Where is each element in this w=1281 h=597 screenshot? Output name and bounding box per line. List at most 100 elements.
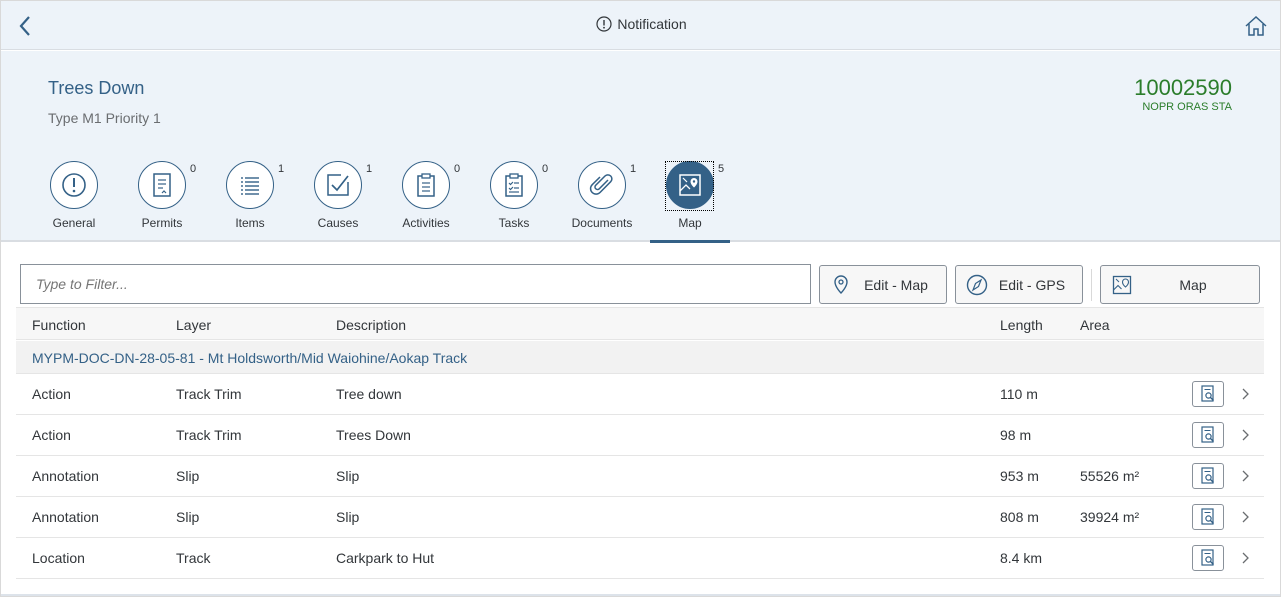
- tab-tasks-circle: [490, 161, 538, 209]
- column-header-area[interactable]: Area: [1080, 317, 1110, 333]
- column-header-layer[interactable]: Layer: [176, 317, 211, 333]
- cell-length: 8.4 km: [1000, 550, 1043, 566]
- exclamation-circle-icon: [62, 173, 86, 197]
- chevron-right-icon[interactable]: [1238, 427, 1252, 443]
- object-number: 10002590: [1134, 75, 1232, 100]
- column-header-description[interactable]: Description: [336, 317, 406, 333]
- cell-description: Slip: [336, 509, 360, 525]
- cell-description: Tree down: [336, 386, 402, 402]
- tab-label: Map: [678, 216, 702, 230]
- edit-gps-label: Edit - GPS: [998, 277, 1066, 293]
- document-search-icon: [1201, 549, 1214, 566]
- task-list-icon: [505, 173, 523, 197]
- tab-documents-circle: [578, 161, 626, 209]
- tab-count: 5: [718, 163, 725, 175]
- edit-map-label: Edit - Map: [864, 277, 928, 293]
- shell-title-text: Notification: [617, 16, 687, 32]
- table-row[interactable]: Action Track Trim Trees Down 98 m: [16, 415, 1264, 456]
- paperclip-icon: [589, 174, 613, 195]
- document-preview-button[interactable]: [1192, 422, 1224, 448]
- column-header-function[interactable]: Function: [32, 317, 86, 333]
- cell-function: Annotation: [32, 509, 99, 525]
- tab-activities-circle: [402, 161, 450, 209]
- cell-length: 98 m: [1000, 427, 1032, 443]
- object-subtitle: Type M1 Priority 1: [48, 110, 161, 126]
- tab-count: 0: [190, 163, 197, 175]
- tab-items[interactable]: 1 Items: [210, 161, 290, 241]
- list-icon: [241, 177, 259, 195]
- cell-function: Action: [32, 427, 71, 443]
- tab-label: Activities: [402, 216, 450, 230]
- document-preview-button[interactable]: [1192, 381, 1224, 407]
- exclamation-circle-icon: [596, 16, 612, 32]
- chevron-right-icon[interactable]: [1238, 386, 1252, 402]
- toolbar-separator: [1091, 269, 1092, 301]
- column-header-length[interactable]: Length: [1000, 317, 1043, 333]
- tab-count: 1: [366, 163, 373, 175]
- cell-layer: Slip: [176, 509, 200, 525]
- document-search-icon: [1201, 467, 1214, 484]
- tab-general-circle: [50, 161, 98, 209]
- group-header-row: MYPM-DOC-DN-28-05-81 - Mt Holdsworth/Mid…: [16, 341, 1264, 374]
- table-row[interactable]: Annotation Slip Slip 953 m 55526 m²: [16, 456, 1264, 497]
- document-search-icon: [1201, 385, 1214, 402]
- map-label: Map: [1179, 277, 1207, 293]
- tab-label: Permits: [141, 216, 183, 230]
- cell-function: Annotation: [32, 468, 99, 484]
- tab-label: General: [52, 216, 96, 230]
- tab-documents[interactable]: 1 Documents: [562, 161, 642, 241]
- tab-causes[interactable]: 1 Causes: [298, 161, 378, 241]
- tab-map[interactable]: 5 Map: [650, 161, 730, 241]
- home-button[interactable]: [1241, 11, 1271, 41]
- cell-length: 110 m: [1000, 386, 1038, 402]
- cell-layer: Track Trim: [176, 386, 242, 402]
- focus-outline: [665, 161, 714, 211]
- edit-map-button[interactable]: Edit - Map: [819, 265, 947, 304]
- tab-count: 0: [542, 163, 549, 175]
- table-row[interactable]: Annotation Slip Slip 808 m 39924 m²: [16, 497, 1264, 538]
- tab-label: Tasks: [498, 216, 530, 230]
- chevron-right-icon[interactable]: [1238, 509, 1252, 525]
- shell-title: Notification: [1, 16, 1280, 32]
- tab-items-circle: [226, 161, 274, 209]
- filter-input[interactable]: [20, 264, 811, 304]
- cell-function: Action: [32, 386, 71, 402]
- table-row[interactable]: Action Track Trim Tree down 110 m: [16, 374, 1264, 415]
- object-number-unit: NOPR ORAS STA: [1142, 101, 1232, 113]
- map-button[interactable]: Map: [1100, 265, 1260, 304]
- tab-count: 0: [454, 163, 461, 175]
- active-tab-indicator: [650, 240, 730, 243]
- group-header-label: MYPM-DOC-DN-28-05-81 - Mt Holdsworth/Mid…: [32, 350, 468, 366]
- cell-area: 39924 m²: [1080, 509, 1140, 525]
- cell-description: Slip: [336, 468, 360, 484]
- tab-permits-circle: [138, 161, 186, 209]
- cell-description: Carkpark to Hut: [336, 550, 435, 566]
- document-preview-button[interactable]: [1192, 504, 1224, 530]
- tab-label: Documents: [571, 216, 633, 230]
- tab-label: Items: [235, 216, 265, 230]
- document-preview-button[interactable]: [1192, 463, 1224, 489]
- tab-tasks[interactable]: 0 Tasks: [474, 161, 554, 241]
- tab-label: Causes: [317, 216, 359, 230]
- tab-activities[interactable]: 0 Activities: [386, 161, 466, 241]
- tab-general[interactable]: General: [34, 161, 114, 241]
- table-row[interactable]: Location Track Carkpark to Hut 8.4 km: [16, 538, 1264, 579]
- table-header: Function Layer Description Length Area: [16, 307, 1264, 340]
- edit-gps-button[interactable]: Edit - GPS: [955, 265, 1083, 304]
- cell-layer: Track: [176, 550, 211, 566]
- document-preview-button[interactable]: [1192, 545, 1224, 571]
- app-frame: Notification Trees Down Type M1 Priority…: [0, 0, 1281, 597]
- cell-function: Location: [32, 550, 85, 566]
- home-icon: [1245, 16, 1267, 36]
- tab-causes-circle: [314, 161, 362, 209]
- chevron-right-icon[interactable]: [1238, 550, 1252, 566]
- object-title: Trees Down: [48, 78, 145, 98]
- chevron-right-icon[interactable]: [1238, 468, 1252, 484]
- cell-layer: Track Trim: [176, 427, 242, 443]
- tab-permits[interactable]: 0 Permits: [122, 161, 202, 241]
- tab-count: 1: [630, 163, 637, 175]
- clipboard-icon: [417, 173, 435, 197]
- cell-length: 808 m: [1000, 509, 1039, 525]
- cell-length: 953 m: [1000, 468, 1039, 484]
- cell-area: 55526 m²: [1080, 468, 1140, 484]
